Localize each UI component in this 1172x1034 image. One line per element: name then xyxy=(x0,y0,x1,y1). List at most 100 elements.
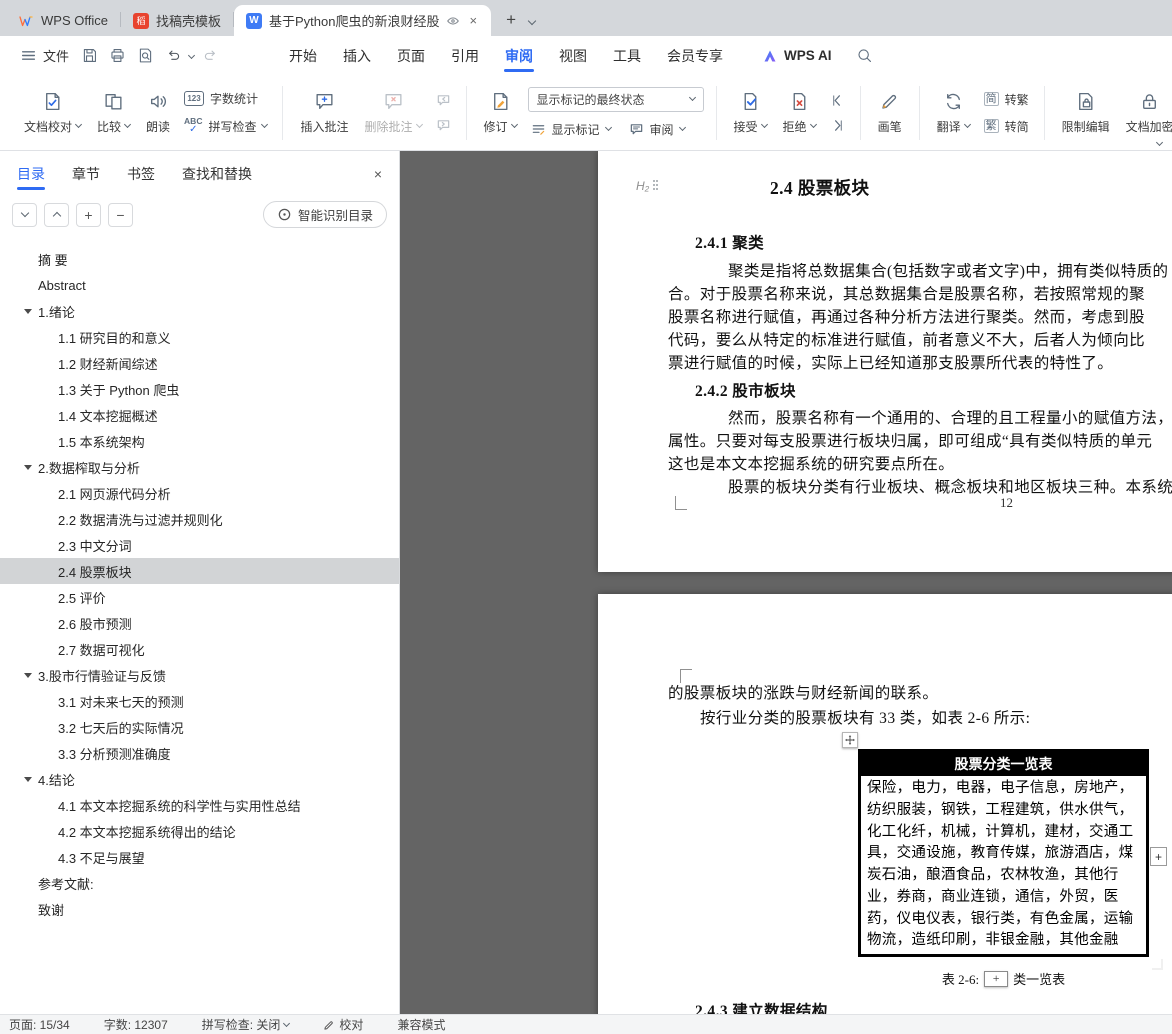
toc-collapse-up-button[interactable] xyxy=(44,202,69,227)
markup-state-select[interactable]: 显示标记的最终状态 xyxy=(527,86,704,112)
drag-handle-icon[interactable] xyxy=(653,180,659,192)
show-markup-button[interactable]: 显示标记 xyxy=(528,120,614,139)
status-spell-check[interactable]: 拼写检查: 关闭 xyxy=(202,1016,291,1033)
search-button[interactable] xyxy=(852,43,878,69)
reject-button[interactable]: 拒绝 xyxy=(775,87,824,139)
undo-button[interactable] xyxy=(160,43,186,69)
toc-zoom-out-button[interactable]: − xyxy=(108,202,133,227)
toc-item-chapter[interactable]: 3.股市行情验证与反馈 xyxy=(0,662,399,688)
smart-recognize-toc-button[interactable]: 智能识别目录 xyxy=(262,201,387,228)
wps-logo-icon xyxy=(18,13,34,29)
tab-docer-template[interactable]: 稻 找稿壳模板 xyxy=(121,5,233,36)
collapse-ribbon-chevron-icon[interactable] xyxy=(1155,138,1164,147)
menu-tab-page[interactable]: 页面 xyxy=(384,37,438,75)
ink-pen-button[interactable]: 画笔 xyxy=(870,87,910,139)
toc-item[interactable]: 2.2 数据清洗与过滤并规则化 xyxy=(0,506,399,532)
collapse-chevron-icon[interactable] xyxy=(24,777,32,782)
heading-level-marker[interactable]: H₂ xyxy=(636,179,659,193)
translate-button[interactable]: 翻译 xyxy=(929,87,978,139)
toc-item-chapter[interactable]: 2.数据榨取与分析 xyxy=(0,454,399,480)
file-menu-button[interactable]: 文件 xyxy=(14,42,75,69)
collapse-chevron-icon[interactable] xyxy=(24,465,32,470)
wps-ai-button[interactable]: WPS AI xyxy=(762,48,832,64)
menu-tab-view[interactable]: 视图 xyxy=(546,37,600,75)
toc-item[interactable]: 4.3 不足与展望 xyxy=(0,844,399,870)
review-panel-button[interactable]: 审阅 xyxy=(626,120,688,139)
collapse-chevron-icon[interactable] xyxy=(24,309,32,314)
toc-item[interactable]: 摘 要 xyxy=(0,246,399,272)
undo-history-chevron-icon[interactable] xyxy=(187,51,196,60)
menu-tab-insert[interactable]: 插入 xyxy=(330,37,384,75)
compare-button[interactable]: 比较 xyxy=(89,87,138,139)
tab-document-active[interactable]: W 基于Python爬虫的新浪财经股 × xyxy=(233,5,492,36)
new-tab-button[interactable]: + xyxy=(499,8,523,32)
menu-tab-review[interactable]: 审阅 xyxy=(492,37,546,75)
sidebar-tab-chapter[interactable]: 章节 xyxy=(72,152,100,196)
next-change-button[interactable] xyxy=(827,117,848,134)
save-button[interactable] xyxy=(76,43,102,69)
toc-item-label: 1.绪论 xyxy=(38,304,75,320)
toc-item[interactable]: 1.1 研究目的和意义 xyxy=(0,324,399,350)
status-proofread-button[interactable]: 校对 xyxy=(323,1016,363,1033)
sidebar-tab-toc[interactable]: 目录 xyxy=(17,152,45,196)
insert-comment-button[interactable]: 插入批注 xyxy=(292,87,356,139)
caption-plus-button[interactable]: + xyxy=(984,970,1009,987)
toc-item[interactable]: 2.3 中文分词 xyxy=(0,532,399,558)
toc-item[interactable]: 3.1 对未来七天的预测 xyxy=(0,688,399,714)
status-word-count[interactable]: 字数: 12307 xyxy=(104,1016,168,1033)
toc-item-selected[interactable]: 2.4 股票板块 xyxy=(0,558,399,584)
toc-item-chapter[interactable]: 1.绪论 xyxy=(0,298,399,324)
toc-item[interactable]: 4.1 本文本挖掘系统的科学性与实用性总结 xyxy=(0,792,399,818)
toc-item[interactable]: 致谢 xyxy=(0,896,399,922)
toc-item[interactable]: 4.2 本文本挖掘系统得出的结论 xyxy=(0,818,399,844)
toc-item[interactable]: 2.5 评价 xyxy=(0,584,399,610)
close-tab-icon[interactable]: × xyxy=(467,13,479,28)
toc-zoom-in-button[interactable]: + xyxy=(76,202,101,227)
toc-item[interactable]: 2.6 股市预测 xyxy=(0,610,399,636)
toc-item-chapter[interactable]: 4.结论 xyxy=(0,766,399,792)
toc-item[interactable]: 3.2 七天后的实际情况 xyxy=(0,714,399,740)
sidebar-close-icon[interactable]: × xyxy=(374,166,382,182)
previous-change-button[interactable] xyxy=(827,92,848,109)
stock-category-table[interactable]: 股票分类一览表 保险，电力，电器，电子信息，房地产，纺织服装，钢铁，工程建筑，供… xyxy=(858,749,1149,957)
toc-item[interactable]: 2.7 数据可视化 xyxy=(0,636,399,662)
collapse-chevron-icon[interactable] xyxy=(24,673,32,678)
toc-expand-down-button[interactable] xyxy=(12,202,37,227)
document-page-13[interactable]: 的股票板块的涨跌与财经新闻的联系。 按行业分类的股票板块有 33 类，如表 2-… xyxy=(598,594,1172,1014)
toc-item[interactable]: 1.5 本系统架构 xyxy=(0,428,399,454)
read-aloud-button[interactable]: 朗读 xyxy=(138,87,178,139)
toc-item[interactable]: 2.1 网页源代码分析 xyxy=(0,480,399,506)
menu-tab-reference[interactable]: 引用 xyxy=(438,37,492,75)
status-compatibility-mode[interactable]: 兼容模式 xyxy=(397,1016,445,1033)
table-move-handle[interactable] xyxy=(842,732,858,748)
status-page-indicator[interactable]: 页面: 15/34 xyxy=(9,1016,70,1033)
sidebar-tab-find-replace[interactable]: 查找和替换 xyxy=(182,152,252,196)
toc-item[interactable]: 参考文献: xyxy=(0,870,399,896)
encrypt-document-button[interactable]: 文档加密 xyxy=(1118,87,1172,139)
document-canvas[interactable]: H₂ 2.4 股票板块 2.4.1 聚类 聚类是指将总数据集合(包括数字或者文字… xyxy=(400,151,1172,1014)
tab-wps-office[interactable]: WPS Office xyxy=(6,5,120,36)
print-button[interactable] xyxy=(104,43,130,69)
menu-tab-tools[interactable]: 工具 xyxy=(600,37,654,75)
to-simplified-button[interactable]: 繁 转简 xyxy=(981,117,1032,136)
menu-tab-member[interactable]: 会员专享 xyxy=(654,37,736,75)
print-preview-button[interactable] xyxy=(132,43,158,69)
toc-item[interactable]: 1.3 关于 Python 爬虫 xyxy=(0,376,399,402)
restrict-editing-button[interactable]: 限制编辑 xyxy=(1054,87,1118,139)
margin-adjust-plus-button[interactable]: + xyxy=(1150,847,1167,866)
accept-button[interactable]: 接受 xyxy=(726,87,775,139)
menu-tab-home[interactable]: 开始 xyxy=(276,37,330,75)
toc-item[interactable]: 1.4 文本挖掘概述 xyxy=(0,402,399,428)
tab-list-chevron-icon[interactable] xyxy=(527,16,537,26)
doc-proof-button[interactable]: 文档校对 xyxy=(16,87,89,139)
sidebar-tab-bookmark[interactable]: 书签 xyxy=(127,152,155,196)
track-changes-button[interactable]: 修订 xyxy=(476,87,525,139)
word-count-button[interactable]: 123 字数统计 xyxy=(181,89,270,108)
resize-corner-icon[interactable] xyxy=(1152,959,1163,970)
toc-item[interactable]: 1.2 财经新闻综述 xyxy=(0,350,399,376)
spell-check-button[interactable]: ABC ✓ 拼写检查 xyxy=(181,116,270,136)
document-page-12[interactable]: H₂ 2.4 股票板块 2.4.1 聚类 聚类是指将总数据集合(包括数字或者文字… xyxy=(598,151,1172,572)
to-traditional-button[interactable]: 简 转繁 xyxy=(981,90,1032,109)
toc-item[interactable]: Abstract xyxy=(0,272,399,298)
toc-item[interactable]: 3.3 分析预测准确度 xyxy=(0,740,399,766)
